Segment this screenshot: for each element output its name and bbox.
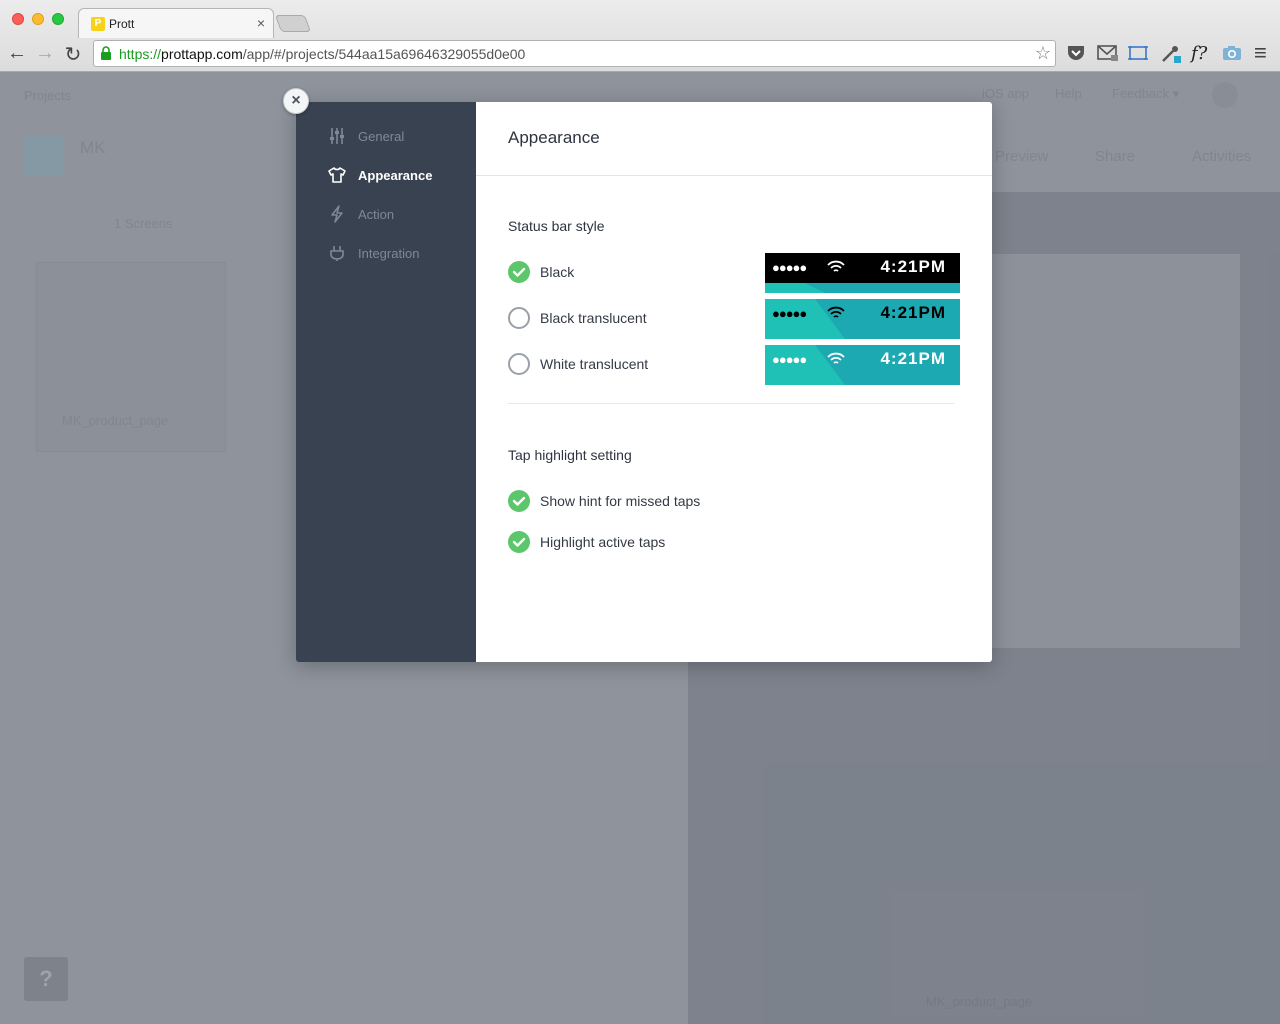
preview-time: 4:21PM	[880, 349, 946, 368]
font-finder-icon[interactable]: f?	[1191, 43, 1207, 64]
zoom-window-button[interactable]	[52, 13, 64, 25]
forward-arrow-icon[interactable]: →	[34, 42, 56, 65]
tap-highlight-heading: Tap highlight setting	[508, 447, 632, 463]
status-bar-heading: Status bar style	[508, 218, 605, 234]
close-window-button[interactable]	[12, 13, 24, 25]
preview-time: 4:21PM	[880, 303, 946, 322]
tab-title: Prott	[109, 17, 135, 31]
status-bar-preview-white-translucent: ●●●●● 4:21PM	[765, 345, 960, 385]
browser-chrome: P Prott × ← → ↻ https://prottapp.com/app…	[0, 0, 1280, 72]
preview-time: 4:21PM	[880, 257, 946, 276]
radio-label: Black translucent	[540, 310, 647, 326]
screen-capture-icon[interactable]	[1128, 44, 1148, 62]
wifi-icon	[827, 306, 845, 318]
browser-tab[interactable]: P Prott ×	[78, 8, 274, 38]
checkbox-label: Highlight active taps	[540, 534, 666, 550]
sidebar-item-label: Appearance	[358, 168, 433, 183]
settings-sidebar: General Appearance Action Integration	[296, 102, 476, 662]
radio-empty-icon	[508, 353, 530, 375]
eyedropper-icon[interactable]	[1160, 44, 1182, 64]
settings-modal: General Appearance Action Integration Ap…	[296, 102, 992, 662]
signal-dots-icon: ●●●●●	[772, 352, 807, 367]
settings-content: Appearance Status bar style Black ●●●●● …	[476, 102, 992, 662]
wifi-icon	[827, 260, 845, 272]
radio-label: White translucent	[540, 356, 649, 372]
minimize-window-button[interactable]	[32, 13, 44, 25]
check-circle-icon	[508, 261, 530, 283]
new-tab-button[interactable]	[274, 15, 312, 32]
url-scheme: https://	[119, 46, 162, 62]
sidebar-item-appearance[interactable]: Appearance	[296, 156, 476, 195]
bolt-icon	[331, 205, 343, 223]
status-bar-preview-black-translucent: ●●●●● 4:21PM	[765, 299, 960, 339]
camera-icon[interactable]	[1222, 44, 1242, 62]
sidebar-item-action[interactable]: Action	[296, 195, 476, 234]
reload-icon[interactable]: ↻	[62, 42, 84, 67]
url-path: /app/#/projects/544aa15a69646329055d0e00	[242, 46, 526, 62]
wifi-icon	[827, 352, 845, 364]
gmail-icon[interactable]	[1097, 44, 1119, 62]
tab-close-icon[interactable]: ×	[257, 15, 265, 31]
check-circle-icon	[508, 490, 530, 512]
pocket-icon[interactable]	[1066, 44, 1086, 62]
checkbox-label: Show hint for missed taps	[540, 493, 701, 509]
preview-teal-strip	[765, 283, 960, 293]
modal-close-button[interactable]: ×	[283, 88, 309, 114]
help-button[interactable]: ?	[24, 957, 68, 1001]
status-bar-preview-black: ●●●●● 4:21PM	[765, 253, 960, 293]
address-bar[interactable]: https://prottapp.com/app/#/projects/544a…	[93, 40, 1056, 67]
section-divider	[508, 403, 954, 404]
tshirt-icon	[328, 167, 346, 183]
plug-icon	[330, 246, 344, 261]
signal-dots-icon: ●●●●●	[772, 260, 807, 275]
url-host: prottapp.com	[161, 46, 243, 62]
signal-dots-icon: ●●●●●	[772, 306, 807, 321]
page-title: Appearance	[508, 128, 600, 147]
prott-favicon-icon: P	[91, 17, 105, 31]
radio-label: Black	[540, 264, 575, 280]
sidebar-item-general[interactable]: General	[296, 117, 476, 156]
check-circle-icon	[508, 531, 530, 553]
sidebar-item-label: Integration	[358, 246, 420, 261]
sidebar-item-label: General	[358, 129, 405, 144]
back-arrow-icon[interactable]: ←	[6, 42, 28, 65]
radio-empty-icon	[508, 307, 530, 329]
sidebar-item-integration[interactable]: Integration	[296, 234, 476, 273]
menu-icon[interactable]: ≡	[1254, 40, 1267, 66]
sliders-icon	[330, 128, 344, 144]
divider	[476, 175, 992, 176]
sidebar-item-label: Action	[358, 207, 395, 222]
bookmark-star-icon[interactable]: ☆	[1035, 43, 1051, 64]
lock-icon	[101, 46, 111, 60]
url-text: https://prottapp.com/app/#/projects/544a…	[119, 46, 525, 62]
